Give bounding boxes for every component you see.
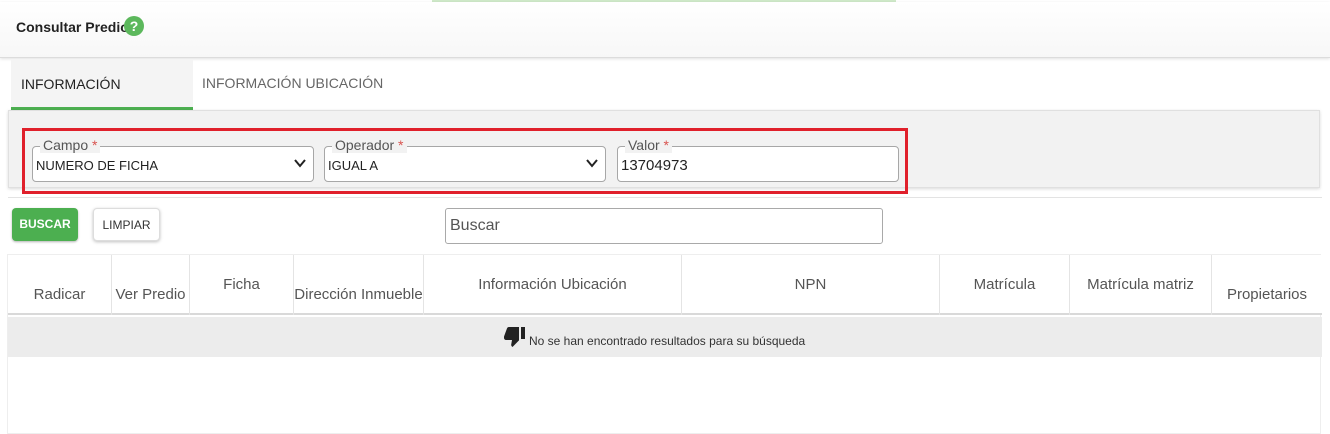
- column-header-ver-predio[interactable]: Ver Predio: [112, 255, 190, 315]
- column-header-informacion-ubicacion[interactable]: Información Ubicación: [424, 255, 682, 315]
- column-header-direccion-inmueble[interactable]: Dirección Inmueble: [294, 255, 424, 315]
- column-header-radicar[interactable]: Radicar: [8, 255, 112, 315]
- highlight-annotation-box: [22, 128, 908, 194]
- consultar-predio-page: Consultar Predio ? INFORMACIÓN GENERAL I…: [0, 0, 1330, 434]
- tab-informacion-general[interactable]: INFORMACIÓN GENERAL: [11, 60, 193, 140]
- section-divider: [8, 197, 1322, 198]
- column-header-matricula[interactable]: Matrícula: [940, 255, 1070, 315]
- help-icon[interactable]: ?: [124, 16, 144, 36]
- page-header: Consultar Predio ?: [0, 2, 1330, 58]
- table-header: Radicar Ver Predio Ficha Dirección Inmue…: [8, 255, 1322, 315]
- column-header-propietarios[interactable]: Propietarios: [1212, 255, 1322, 315]
- empty-results-row: No se han encontrado resultados para su …: [8, 317, 1322, 357]
- limpiar-button[interactable]: LIMPIAR: [93, 208, 160, 241]
- results-table: Radicar Ver Predio Ficha Dirección Inmue…: [7, 254, 1322, 434]
- buscar-button[interactable]: BUSCAR: [12, 208, 78, 241]
- tab-informacion-ubicacion[interactable]: INFORMACIÓN UBICACIÓN: [192, 60, 393, 110]
- column-header-npn[interactable]: NPN: [682, 255, 940, 315]
- column-header-matricula-matriz[interactable]: Matrícula matriz: [1070, 255, 1212, 315]
- empty-results-message: No se han encontrado resultados para su …: [529, 334, 806, 348]
- search-input[interactable]: [445, 208, 883, 244]
- thumbs-down-icon: [504, 327, 525, 347]
- page-title: Consultar Predio: [16, 19, 129, 35]
- column-header-ficha[interactable]: Ficha: [190, 255, 294, 315]
- tab-bar: INFORMACIÓN GENERAL INFORMACIÓN UBICACIÓ…: [8, 60, 1322, 140]
